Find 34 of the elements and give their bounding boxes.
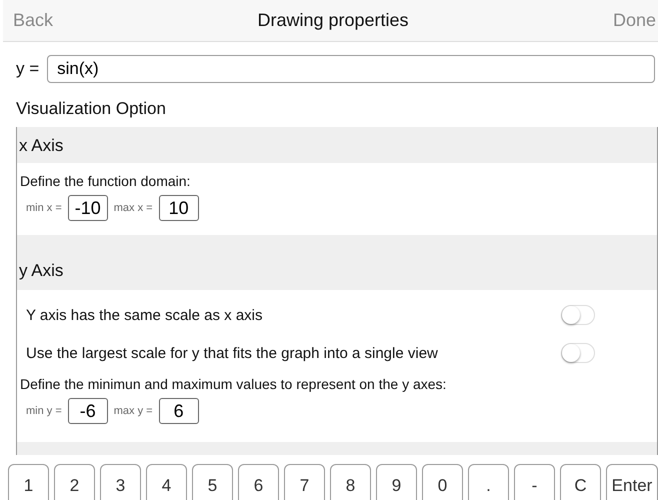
keypad-key[interactable]: 8 [330, 464, 371, 500]
keypad-key[interactable]: 2 [54, 464, 95, 500]
option-label: Use the largest scale for y that fits the graph into a single view [26, 344, 438, 362]
range-prompt: Define the minimun and maximum values to represent on the y axes: [20, 375, 448, 394]
max-y-label: max y = [114, 405, 153, 417]
keypad-key[interactable]: 5 [192, 464, 233, 500]
min-x-field[interactable]: -10 [68, 195, 108, 221]
keypad-key[interactable]: 4 [146, 464, 187, 500]
y-axis-title: y Axis [19, 261, 64, 280]
min-y-field[interactable]: -6 [68, 398, 108, 424]
domain-prompt: Define the function domain: [20, 172, 192, 191]
keypad-key[interactable]: 9 [376, 464, 417, 500]
min-x-label: min x = [26, 202, 62, 214]
max-x-label: max x = [114, 202, 153, 214]
keypad-key[interactable]: . [468, 464, 509, 500]
x-axis-title: x Axis [19, 136, 64, 155]
section-title: Visualization Option [15, 98, 167, 120]
keypad-key[interactable]: - [514, 464, 555, 500]
toggle-switch[interactable] [561, 305, 595, 325]
min-y-label: min y = [26, 405, 62, 417]
keypad-key[interactable]: 7 [284, 464, 325, 500]
function-field[interactable]: sin(x) [47, 55, 655, 83]
toggle-switch[interactable] [561, 343, 595, 363]
keypad-key[interactable]: 1 [8, 464, 49, 500]
max-x-field[interactable]: 10 [158, 195, 199, 221]
screen-title: Drawing properties [257, 10, 409, 31]
keypad-key[interactable]: 0 [422, 464, 463, 500]
max-y-field[interactable]: 6 [158, 398, 199, 424]
keypad-key[interactable]: Enter [606, 464, 658, 500]
keypad-key[interactable]: 6 [238, 464, 279, 500]
function-label: y = [16, 59, 40, 79]
keypad-key[interactable]: 3 [100, 464, 141, 500]
option-label: Y axis has the same scale as x axis [26, 306, 262, 324]
keypad-key[interactable]: C [560, 464, 601, 500]
